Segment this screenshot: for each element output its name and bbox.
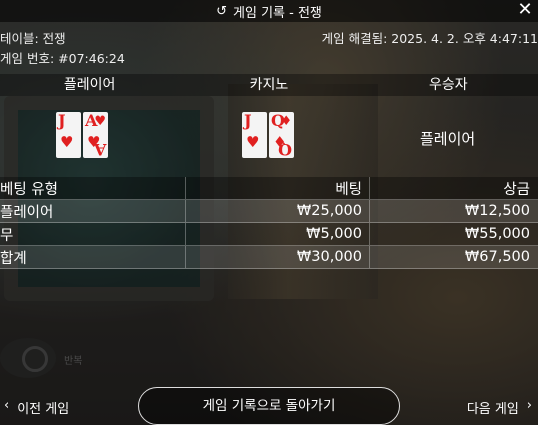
chevron-left-icon: ‹ [4,398,10,413]
previous-game-label: 이전 게임 [17,402,70,417]
page-title-group: ↺ 게임 기록 - 전쟁 [216,1,322,23]
casino-card-1: J ♥ [242,112,267,158]
back-to-history-button[interactable]: 게임 기록으로 돌아가기 [138,387,400,425]
next-game-button[interactable]: 다음 게임 › [467,398,532,417]
payout-cell: ₩67,500 [369,245,538,269]
bet-type-cell: 플레이어 [0,199,186,223]
casino-cards: J ♥ Q ♦ ♦ Q [242,111,294,159]
winner-value: 플레이어 [420,130,476,148]
bet-type-cell: 무 [0,222,186,246]
page-title: 게임 기록 - 전쟁 [233,6,322,21]
bets-header-row: 베팅 유형 베팅 상금 [0,177,538,200]
table-label: 테이블: 전쟁 [0,31,66,46]
game-number: 게임 번호: #07:46:24 [0,51,125,66]
resolved-time: 게임 해결됨: 2025. 4. 2. 오후 4:47:11 [321,31,538,46]
bet-header: 베팅 [185,177,370,200]
close-icon[interactable]: ✕ [516,0,534,22]
casino-column-label: 카지노 [249,77,289,93]
bet-type-cell: 합계 [0,245,186,269]
history-icon: ↺ [216,4,228,19]
player-column-label: 플레이어 [63,77,116,93]
casino-card-2: Q ♦ ♦ Q [269,111,294,159]
bet-type-header: 베팅 유형 [0,177,186,200]
table-row: 플레이어 ₩25,000 ₩12,500 [0,199,538,223]
payout-cell: ₩12,500 [369,199,538,223]
chevron-right-icon: › [526,398,532,413]
table-row-total: 합계 ₩30,000 ₩67,500 [0,245,538,269]
next-game-label: 다음 게임 [466,402,519,417]
footer-nav: ‹ 이전 게임 게임 기록으로 돌아가기 다음 게임 › [0,382,538,425]
winner-column-label: 우승자 [429,77,468,93]
title-bar: ↺ 게임 기록 - 전쟁 ✕ [0,0,538,22]
player-card-1: J ♥ [56,112,81,158]
bet-amount-cell: ₩25,000 [185,199,370,223]
player-cards: J ♥ A ♥ ♥ A [56,111,108,159]
bets-table: 베팅 유형 베팅 상금 플레이어 ₩25,000 ₩12,500 무 ₩5,00… [0,177,538,269]
bet-amount-cell: ₩5,000 [185,222,370,246]
payout-header: 상금 [369,177,538,200]
table-row: 무 ₩5,000 ₩55,000 [0,222,538,246]
result-header: 플레이어 카지노 우승자 [0,74,538,96]
player-card-2: A ♥ ♥ A [83,111,108,159]
bet-amount-cell: ₩30,000 [185,245,370,269]
payout-cell: ₩55,000 [369,222,538,246]
previous-game-button[interactable]: ‹ 이전 게임 [4,398,69,417]
